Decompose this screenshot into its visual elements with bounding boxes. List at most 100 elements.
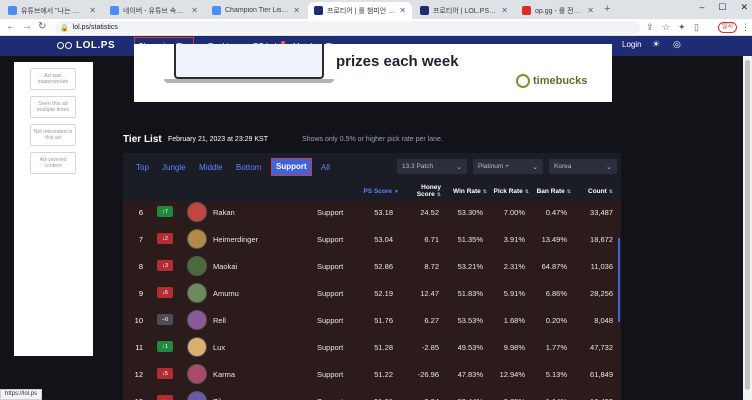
role-tab-jungle[interactable]: Jungle (162, 163, 186, 172)
role-tab-bottom[interactable]: Bottom (236, 163, 261, 172)
window-close-icon[interactable]: ✕ (740, 2, 748, 13)
column-ban-rate[interactable]: Ban Rate ⇅ (527, 188, 571, 196)
pick-rate-cell: 9.98% (503, 343, 525, 352)
page-scrollbar-thumb[interactable] (745, 60, 750, 390)
sort-down-icon: ▼ (394, 189, 399, 195)
champion-portrait-icon[interactable] (187, 256, 207, 276)
table-row[interactable]: 11 ↑ 1 Lux Support 51.28 -2.85 49.53% 9.… (123, 334, 621, 361)
banner-ad[interactable]: prizes each week timebucks (134, 44, 612, 102)
tab-title: 유튜브에서 "나는 한국인" 출력 (21, 7, 86, 15)
tier-select[interactable]: Platinum + ⌄ (473, 159, 543, 174)
column-pick-rate[interactable]: Pick Rate ⇅ (487, 188, 529, 196)
column-win-rate[interactable]: Win Rate ⇅ (449, 188, 487, 196)
bookmark-star-icon[interactable]: ☆ (662, 22, 670, 33)
new-tab-icon[interactable]: + (604, 3, 610, 15)
champion-portrait-icon[interactable] (187, 310, 207, 330)
champion-portrait-icon[interactable] (187, 391, 207, 400)
champion-name[interactable]: Rell (213, 316, 226, 325)
chevron-down-icon: ⌄ (456, 163, 462, 171)
role-tab-support[interactable]: Support (271, 158, 312, 176)
menu-kebab-icon[interactable]: ⋮ (741, 22, 750, 33)
address-bar[interactable]: 🔒 lol.ps/statistics (55, 21, 640, 34)
tab-close-icon[interactable]: ✕ (293, 6, 300, 15)
column-label: Win Rate (453, 188, 481, 195)
table-row[interactable]: 8 ↓ 3 Maokai Support 52.86 8.72 53.21% 2… (123, 253, 621, 280)
site-logo[interactable]: LOL.PS (57, 40, 115, 51)
rank-cell: 9 (138, 289, 143, 298)
url-text: lol.ps/statistics (72, 24, 118, 31)
rank-change-value: 6 (164, 289, 168, 296)
region-select[interactable]: Korea ⌄ (549, 159, 617, 174)
column-label: PS Score (363, 188, 393, 195)
tab-title: 네이버 - 유튜브 속도 조절하기 (123, 7, 187, 15)
lock-icon[interactable]: 🔒 (60, 24, 69, 32)
browser-tab[interactable]: Champion Tier List for LoL ✕ (206, 2, 306, 19)
role-tab-all[interactable]: All (321, 163, 330, 172)
column-honey-score[interactable]: Honey Score ⇅ (401, 184, 441, 199)
pick-rate-cell: 7.00% (503, 208, 525, 217)
champion-name[interactable]: Heimerdinger (213, 235, 258, 244)
ps-score-cell: 53.04 (374, 235, 393, 244)
tab-title: 프로티어 | 롤 챔피언 티어 (327, 7, 396, 15)
region-value: Korea (554, 163, 572, 170)
champion-name[interactable]: Karma (213, 370, 235, 379)
ad-feedback-button[interactable]: Not interested in this ad (30, 124, 76, 146)
ad-feedback-button[interactable]: Ad covered content (30, 152, 76, 174)
ps-score-cell: 51.22 (374, 370, 393, 379)
back-icon[interactable]: ← (6, 21, 16, 32)
tab-close-icon[interactable]: ✕ (501, 6, 508, 15)
champion-portrait-icon[interactable] (187, 229, 207, 249)
champion-portrait-icon[interactable] (187, 364, 207, 384)
table-row[interactable]: 10 – 0 Rell Support 51.76 6.27 53.53% 1.… (123, 307, 621, 334)
champion-portrait-icon[interactable] (187, 202, 207, 222)
rank-change-badge: ↑ 7 (157, 206, 173, 217)
ps-score-cell: 52.86 (374, 262, 393, 271)
browser-tab[interactable]: 네이버 - 유튜브 속도 조절하기 ✕ (104, 2, 204, 19)
count-cell: 11,036 (590, 262, 613, 271)
language-globe-icon[interactable]: ◎ (673, 39, 681, 50)
minimize-icon[interactable]: – (699, 2, 704, 13)
chevron-down-icon: ⌄ (606, 163, 612, 171)
reload-icon[interactable]: ↻ (38, 21, 46, 32)
champion-name[interactable]: Rakan (213, 208, 235, 217)
tab-title: 프로티어 | LOL.PS 데이터 (433, 7, 498, 15)
champion-name[interactable]: Maokai (213, 262, 237, 271)
browser-tab-active[interactable]: 프로티어 | 롤 챔피언 티어 ✕ (308, 2, 412, 19)
extensions-icon[interactable]: ✦ (678, 22, 686, 33)
profile-button[interactable]: 일시 (718, 22, 737, 33)
win-rate-cell: 53.21% (457, 262, 483, 271)
browser-tab[interactable]: 프로티어 | LOL.PS 데이터 ✕ (414, 2, 514, 19)
maximize-icon[interactable]: ☐ (718, 2, 726, 13)
tab-close-icon[interactable]: ✕ (587, 6, 594, 15)
table-row[interactable]: 7 ↓ 2 Heimerdinger Support 53.04 6.71 51… (123, 226, 621, 253)
browser-tab[interactable]: op.gg - 롤 전적 검색 ✕ (516, 2, 600, 19)
champion-name[interactable]: Lux (213, 343, 225, 352)
forward-icon[interactable]: → (22, 21, 32, 32)
patch-select[interactable]: 13.3 Patch ⌄ (397, 159, 467, 174)
ad-feedback-button[interactable]: Seen this ad multiple times (30, 96, 76, 118)
table-row[interactable]: 12 ↓ 5 Karma Support 51.22 -26.96 47.83%… (123, 361, 621, 388)
column-ps-score[interactable]: PS Score ▼ (345, 188, 400, 196)
tab-close-icon[interactable]: ✕ (191, 6, 198, 15)
tab-favicon-icon (8, 6, 17, 15)
table-row[interactable]: 6 ↑ 7 Rakan Support 53.18 24.52 53.30% 7… (123, 201, 621, 226)
pick-rate-cell: 3.91% (503, 235, 525, 244)
champion-portrait-icon[interactable] (187, 283, 207, 303)
tab-close-icon[interactable]: ✕ (89, 6, 96, 15)
column-count[interactable]: Count ⇅ (567, 188, 613, 196)
table-row[interactable]: 13 ↓ Zilean Support 51.01 3.84 50.44% 3.… (123, 388, 621, 400)
browser-tab[interactable]: 유튜브에서 "나는 한국인" 출력 ✕ (2, 2, 102, 19)
sidebar-icon[interactable]: ▯ (694, 22, 699, 33)
table-scrollbar[interactable] (618, 238, 620, 322)
login-link[interactable]: Login (622, 40, 642, 49)
champion-name[interactable]: Amumu (213, 289, 239, 298)
rank-change-badge: ↓ 2 (157, 233, 173, 244)
champion-portrait-icon[interactable] (187, 337, 207, 357)
theme-sun-icon[interactable]: ☀ (652, 39, 660, 50)
role-tab-middle[interactable]: Middle (199, 163, 223, 172)
tab-close-icon[interactable]: ✕ (399, 6, 406, 15)
ad-feedback-button[interactable]: Ad was inappropriate (30, 68, 76, 90)
share-icon[interactable]: ⇪ (646, 22, 654, 33)
role-tab-top[interactable]: Top (136, 163, 149, 172)
table-row[interactable]: 9 ↓ 6 Amumu Support 52.19 12.47 51.83% 5… (123, 280, 621, 307)
